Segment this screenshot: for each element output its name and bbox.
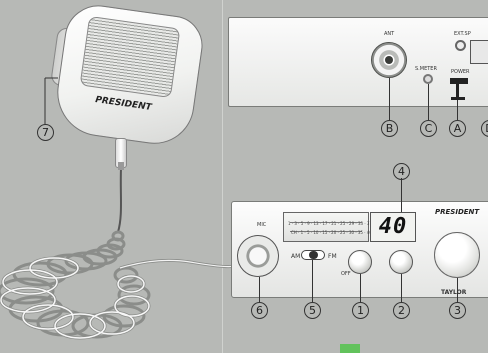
callout-c-leader [428, 84, 429, 120]
power-cable-end [451, 97, 465, 100]
diagram: PRESIDENT 7 ANT S.METER EXT.SP POWER B C… [0, 0, 488, 353]
channel-selector-knob[interactable] [434, 232, 480, 278]
callout-3-leader [457, 278, 458, 302]
callout-1: 1 [352, 302, 369, 319]
callout-a: A [449, 120, 466, 137]
power-label: POWER [451, 69, 470, 75]
callout-6-leader [259, 277, 260, 302]
power-cable [456, 84, 459, 98]
antenna-connector-pin [385, 56, 393, 64]
callout-c: C [420, 120, 437, 137]
callout-7: 7 [37, 124, 54, 141]
channel-display: 40 [370, 212, 416, 242]
callout-2: 2 [393, 302, 410, 319]
frequency-scale [283, 212, 369, 242]
green-marker [340, 344, 360, 353]
mic-socket [237, 235, 279, 277]
callout-4: 4 [393, 163, 410, 180]
freq-scale-top: 1 · 3 · 5 · 9 · 13 · 17 · 21 · 25 · 29 ·… [288, 221, 381, 226]
ext-sp-label: EXT.SP [454, 31, 471, 37]
callout-5-leader [312, 260, 313, 302]
callout-3: 3 [449, 302, 466, 319]
callout-2-leader [401, 274, 402, 302]
model-name: TAYLOR [441, 289, 467, 296]
power-cable-plug [450, 78, 468, 84]
freq-scale-bottom: CH · 1 · 5 · 10 · 15 · 20 · 25 · 30 · 35… [291, 230, 372, 235]
ext-speaker-jack [455, 40, 466, 51]
ant-label: ANT [384, 31, 395, 37]
rear-panel [228, 17, 488, 107]
rear-heatsink [470, 40, 488, 64]
smeter-jack [423, 74, 433, 84]
callout-1-leader [360, 274, 361, 302]
callout-b-leader [389, 78, 390, 120]
callout-a-leader [457, 100, 458, 120]
callout-5: 5 [304, 302, 321, 319]
fm-label: FM [328, 253, 337, 260]
callout-4-leader [401, 178, 402, 212]
off-label: OFF [341, 271, 351, 277]
front-brand-logo: PRESIDENT [435, 208, 480, 216]
callout-6: 6 [251, 302, 268, 319]
mic-label: MIC [257, 222, 267, 228]
callout-b: B [381, 120, 398, 137]
am-fm-switch-knob[interactable] [309, 251, 318, 259]
smeter-label: S.METER [415, 66, 437, 72]
squelch-knob[interactable] [389, 250, 413, 274]
volume-knob[interactable] [348, 250, 372, 274]
am-label: AM [291, 253, 301, 260]
